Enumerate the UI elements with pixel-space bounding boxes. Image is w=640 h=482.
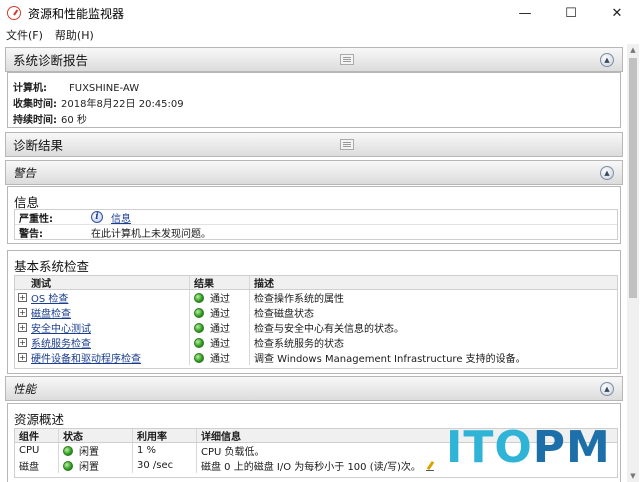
warning-row: 警告: 在此计算机上未发现问题。: [19, 229, 211, 240]
collapse-icon[interactable]: ▲: [600, 382, 614, 396]
idle-status-icon: [63, 445, 73, 456]
info-row-computer: 计算机: FUXSHINE-AW: [13, 83, 140, 94]
table-header: 测试 结果 描述: [15, 276, 617, 290]
info-icon: i: [91, 211, 103, 223]
menu-help[interactable]: 帮助(H): [55, 27, 94, 43]
section-header-report[interactable]: 系统诊断报告 ▲: [5, 47, 623, 72]
table-row: + OS 检查 通过 检查操作系统的属性: [15, 290, 617, 305]
section-title: 性能: [13, 381, 36, 396]
pencil-icon: [425, 461, 434, 471]
pass-status-icon: [194, 337, 204, 348]
watermark-logo: ITOPM: [446, 422, 611, 473]
section-title: 诊断结果: [13, 138, 64, 153]
expand-icon[interactable]: +: [18, 338, 27, 347]
expand-icon[interactable]: +: [18, 308, 27, 317]
collapse-icon[interactable]: ▲: [600, 166, 614, 180]
table-row: + 安全中心测试 通过 检查与安全中心有关信息的状态。: [15, 320, 617, 335]
severity-link[interactable]: 信息: [111, 210, 131, 225]
info-box: 信息 严重性: i 信息 警告: 在此计算机上未发现问题。: [7, 186, 621, 244]
minimize-button[interactable]: —: [502, 0, 548, 26]
table-of-contents-icon[interactable]: [340, 54, 354, 65]
info-row-collected: 收集时间: 2018年8月22日 20:45:09: [13, 99, 184, 110]
info-grid: 严重性: i 信息 警告: 在此计算机上未发现问题。: [14, 209, 618, 240]
close-button[interactable]: ✕: [594, 0, 640, 26]
severity-row: 严重性: i 信息: [15, 210, 617, 225]
box-title: 基本系统检查: [14, 259, 90, 274]
scroll-up-icon[interactable]: ▲: [627, 44, 639, 56]
scroll-thumb[interactable]: [629, 58, 637, 298]
section-title: 警告: [13, 165, 36, 180]
window-title: 资源和性能监视器: [28, 6, 125, 21]
section-header-warning[interactable]: 警告 ▲: [5, 160, 623, 185]
pass-status-icon: [194, 352, 204, 363]
section-header-results[interactable]: 诊断结果: [5, 132, 623, 157]
app-icon: [7, 6, 21, 20]
table-row: + 硬件设备和驱动程序检查 通过 调查 Windows Management In…: [15, 350, 617, 365]
title-bar: 资源和性能监视器 — ☐ ✕: [0, 0, 640, 26]
section-header-performance[interactable]: 性能 ▲: [5, 376, 623, 401]
menu-file[interactable]: 文件(F): [6, 27, 43, 43]
table-row: + 系统服务检查 通过 检查系统服务的状态: [15, 335, 617, 350]
idle-status-icon: [63, 460, 73, 471]
info-row-duration: 持续时间: 60 秒: [13, 115, 87, 126]
vertical-scrollbar[interactable]: ▲ ▼: [627, 44, 639, 482]
section-title: 系统诊断报告: [13, 53, 89, 68]
expand-icon[interactable]: +: [18, 353, 27, 362]
expand-icon[interactable]: +: [18, 293, 27, 302]
report-info-panel: 计算机: FUXSHINE-AW 收集时间: 2018年8月22日 20:45:09…: [7, 72, 621, 128]
maximize-button[interactable]: ☐: [548, 0, 594, 26]
table-of-contents-icon[interactable]: [340, 139, 354, 150]
pass-status-icon: [194, 292, 204, 303]
expand-icon[interactable]: +: [18, 323, 27, 332]
pass-status-icon: [194, 322, 204, 333]
collapse-icon[interactable]: ▲: [600, 53, 614, 67]
box-title: 资源概述: [14, 412, 65, 427]
basic-checks-table: 测试 结果 描述 + OS 检查 通过 检查操作系统的属性 + 磁盘检查 通过 检查…: [14, 275, 618, 369]
menu-bar: 文件(F) 帮助(H): [0, 26, 640, 44]
report-content: 系统诊断报告 ▲ 计算机: FUXSHINE-AW 收集时间: 2018年8月22日…: [2, 44, 626, 482]
table-row: + 磁盘检查 通过 检查磁盘状态: [15, 305, 617, 320]
basic-checks-box: 基本系统检查 测试 结果 描述 + OS 检查 通过 检查操作系统的属性 + 磁盘检…: [7, 250, 621, 374]
window-controls: — ☐ ✕: [502, 0, 640, 26]
pass-status-icon: [194, 307, 204, 318]
